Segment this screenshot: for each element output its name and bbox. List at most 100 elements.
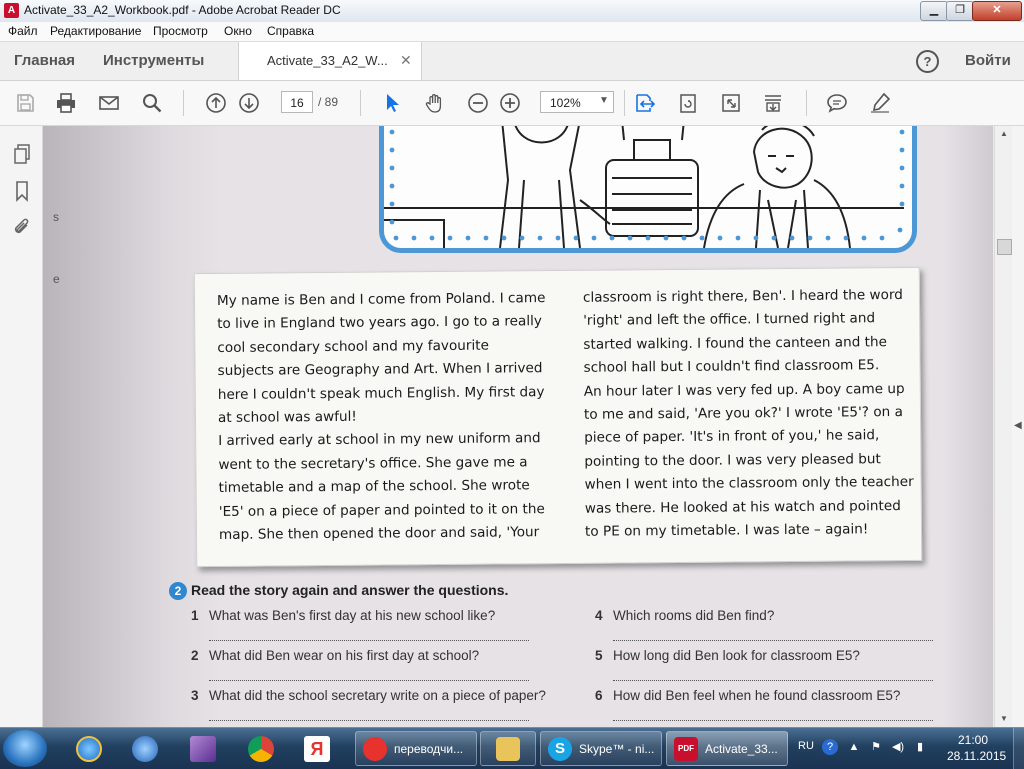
question-text: How did Ben feel when he found classroom… [613, 688, 901, 703]
internet-explorer-icon[interactable] [66, 731, 112, 766]
menu-view[interactable]: Просмотр [153, 24, 208, 38]
email-icon[interactable] [98, 92, 120, 114]
story-line: 'E5' on a piece of paper and pointed to … [218, 500, 545, 520]
story-line: started walking. I found the canteen and… [583, 333, 888, 353]
question-text: Which rooms did Ben find? [613, 608, 775, 623]
yandex-browser-icon[interactable]: Я [294, 731, 340, 766]
zoom-select[interactable]: 102% ▼ [540, 91, 614, 113]
story-line: to PE on my timetable. I was late – agai… [584, 521, 869, 540]
document-view[interactable]: s e My name is Ben and I come from Polan… [43, 126, 993, 727]
fit-width-icon[interactable] [634, 92, 656, 114]
full-screen-icon[interactable] [720, 92, 742, 114]
rotate-view-icon[interactable] [677, 92, 699, 114]
hand-tool-icon[interactable] [424, 92, 446, 114]
menu-help[interactable]: Справка [267, 24, 314, 38]
network-icon[interactable]: ▮ [912, 739, 928, 755]
previous-page-icon[interactable] [205, 92, 227, 114]
highlight-pen-icon[interactable] [869, 92, 891, 114]
document-tab-title: Activate_33_A2_W... [267, 53, 388, 68]
story-line: to live in England two years ago. I go t… [217, 313, 543, 333]
yandex-icon [363, 737, 387, 761]
acrobat-pdf-icon: PDF [674, 737, 698, 761]
bookmark-icon[interactable] [11, 180, 33, 202]
story-line: at school was awful! [217, 408, 357, 426]
answer-line [209, 720, 529, 721]
menu-file[interactable]: Файл [8, 24, 38, 38]
select-tool-icon[interactable] [381, 92, 403, 114]
zoom-in-icon[interactable] [499, 92, 521, 114]
question-item: 2 What did Ben wear on his first day at s… [191, 648, 479, 663]
question-number: 2 [191, 648, 199, 663]
story-line: school hall but I couldn't find classroo… [583, 357, 880, 376]
expand-right-panel-icon[interactable]: ◀ [1014, 420, 1022, 431]
print-icon[interactable] [55, 92, 77, 114]
clock-time[interactable]: 21:00 [958, 733, 988, 747]
media-player-icon[interactable] [122, 731, 168, 766]
task-explorer[interactable] [480, 731, 536, 766]
question-number: 1 [191, 608, 199, 623]
zoom-out-icon[interactable] [467, 92, 489, 114]
toolbar: 16 / 89 102% ▼ [0, 81, 1024, 126]
maximize-button[interactable]: ❐ [946, 1, 974, 21]
attachment-icon[interactable] [11, 216, 33, 238]
story-line: 'right' and left the office. I turned ri… [583, 310, 876, 330]
help-icon[interactable]: ? [916, 50, 939, 73]
flag-icon[interactable]: ⚑ [868, 739, 884, 755]
keyboard-language[interactable]: RU [798, 740, 814, 752]
next-page-icon[interactable] [238, 92, 260, 114]
story-line: piece of paper. 'It's in front of you,' … [584, 427, 880, 447]
comment-icon[interactable] [826, 92, 848, 114]
question-item: 6 How did Ben feel when he found classroo… [595, 688, 900, 703]
question-number: 6 [595, 688, 603, 703]
answer-line [209, 640, 529, 641]
question-text: What did the school secretary write on a… [209, 688, 546, 703]
task-skype[interactable]: S Skype™ - ni... [540, 731, 662, 766]
chevron-up-icon[interactable]: ▲ [846, 739, 862, 755]
save-icon[interactable] [14, 92, 36, 114]
page-number-input[interactable]: 16 [281, 91, 313, 113]
question-item: 5 How long did Ben look for classroom E5? [595, 648, 860, 663]
close-tab-icon[interactable]: ✕ [400, 52, 412, 69]
chrome-icon[interactable] [238, 731, 284, 766]
scroll-up-arrow-icon[interactable]: ▲ [995, 126, 1013, 142]
explorer-folder-icon [496, 737, 520, 761]
toolbar-separator [624, 90, 625, 116]
minimize-button[interactable]: ▁ [920, 1, 948, 21]
help-tray-icon[interactable]: ? [822, 739, 838, 755]
story-line: here I couldn't speak much English. My f… [217, 383, 545, 403]
answer-line [209, 680, 529, 681]
scroll-thumb[interactable] [997, 239, 1012, 255]
margin-text: e [53, 272, 60, 286]
task-yandex-translate[interactable]: переводчи... [355, 731, 477, 766]
clock-date[interactable]: 28.11.2015 [947, 749, 1006, 763]
acrobat-icon: A [4, 3, 19, 18]
search-icon[interactable] [141, 92, 163, 114]
visual-studio-icon[interactable] [180, 731, 226, 766]
volume-icon[interactable]: ◀) [890, 739, 906, 755]
show-desktop-button[interactable] [1013, 728, 1024, 769]
close-button[interactable]: ✕ [972, 1, 1022, 21]
menu-window[interactable]: Окно [224, 24, 252, 38]
vertical-scrollbar[interactable]: ▲ ▼ [994, 126, 1013, 727]
toolbar-separator [360, 90, 361, 116]
scroll-down-arrow-icon[interactable]: ▼ [995, 711, 1013, 727]
exercise-title: Read the story again and answer the ques… [191, 582, 509, 598]
sign-in-link[interactable]: Войти [965, 52, 1011, 69]
task-acrobat[interactable]: PDF Activate_33... [666, 731, 788, 766]
start-button[interactable] [3, 730, 47, 767]
task-label: переводчи... [394, 742, 464, 756]
story-line: classroom is right there, Ben'. I heard … [582, 286, 903, 306]
tab-home[interactable]: Главная [14, 52, 75, 69]
tab-tools[interactable]: Инструменты [103, 52, 204, 69]
story-line: map. She then opened the door and said, … [218, 524, 540, 544]
question-number: 3 [191, 688, 199, 703]
page-thumbnails-icon[interactable] [11, 143, 33, 165]
tab-document[interactable]: Activate_33_A2_W... ✕ [238, 42, 422, 80]
question-text: What did Ben wear on his first day at sc… [209, 648, 480, 663]
navigation-panel [0, 126, 43, 727]
story-line: when I went into the classroom only the … [584, 474, 914, 494]
page-total: / 89 [318, 95, 339, 109]
menu-edit[interactable]: Редактирование [50, 24, 141, 38]
title-bar: A Activate_33_A2_Workbook.pdf - Adobe Ac… [0, 0, 1024, 23]
scroll-mode-icon[interactable] [762, 92, 784, 114]
